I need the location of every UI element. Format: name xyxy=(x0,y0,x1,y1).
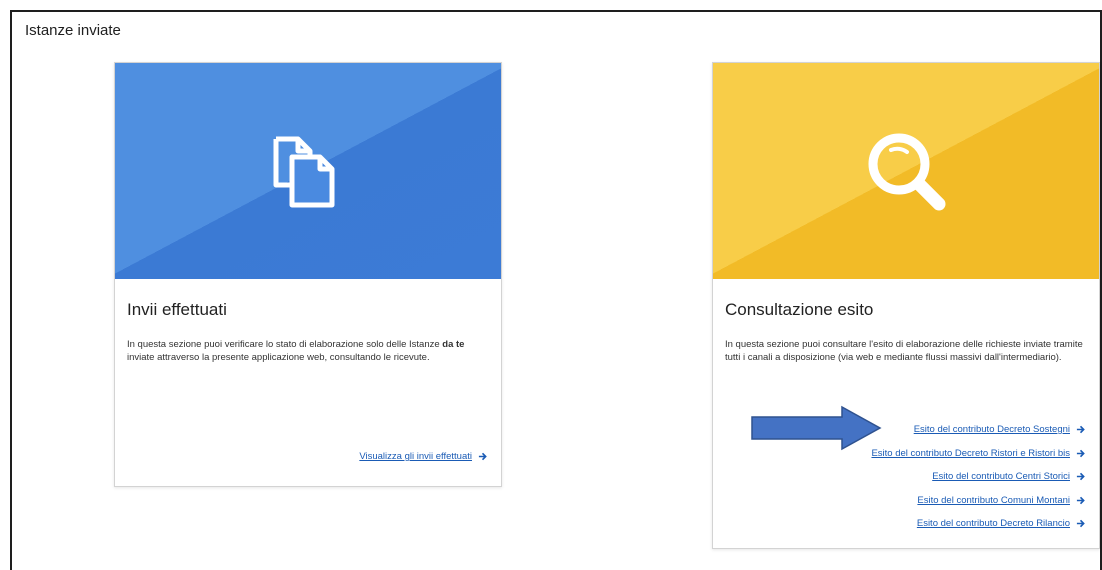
card-title: Consultazione esito xyxy=(725,300,874,319)
card-description: In questa sezione puoi consultare l'esit… xyxy=(725,339,1083,363)
card-description: In questa sezione puoi verificare lo sta… xyxy=(127,339,465,363)
esito-decreto-sostegni-link[interactable]: Esito del contributo Decreto Sostegni xyxy=(914,424,1070,435)
arrow-right-icon[interactable] xyxy=(478,452,487,461)
arrow-right-icon[interactable] xyxy=(1076,425,1085,434)
copy-documents-icon xyxy=(273,136,335,208)
visualizza-invii-link[interactable]: Visualizza gli invii effettuati xyxy=(359,451,472,462)
link-row: Esito del contributo Centri Storici xyxy=(932,471,1085,482)
arrow-right-icon[interactable] xyxy=(1076,449,1085,458)
esito-decreto-rilancio-link[interactable]: Esito del contributo Decreto Rilancio xyxy=(917,518,1070,529)
card-consultazione-esito: Consultazione esito In questa sezione pu… xyxy=(712,62,1100,549)
link-row: Esito del contributo Decreto Ristori e R… xyxy=(871,448,1085,459)
card-invii-effettuati: Invii effettuati In questa sezione puoi … xyxy=(114,62,502,487)
section-title: Istanze inviate xyxy=(25,22,121,39)
annotation-arrow-icon xyxy=(751,405,882,451)
card-image-yellow xyxy=(713,63,1099,279)
magnifier-icon xyxy=(868,133,946,211)
link-row: Esito del contributo Decreto Sostegni xyxy=(914,424,1085,435)
esito-decreto-ristori-link[interactable]: Esito del contributo Decreto Ristori e R… xyxy=(871,448,1070,459)
link-row: Esito del contributo Decreto Rilancio xyxy=(917,518,1085,529)
arrow-right-icon[interactable] xyxy=(1076,472,1085,481)
card-image-blue xyxy=(115,63,501,279)
link-row: Esito del contributo Comuni Montani xyxy=(917,495,1085,506)
esito-comuni-montani-link[interactable]: Esito del contributo Comuni Montani xyxy=(917,495,1070,506)
esito-centri-storici-link[interactable]: Esito del contributo Centri Storici xyxy=(932,471,1070,482)
card-title: Invii effettuati xyxy=(127,300,227,319)
arrow-right-icon[interactable] xyxy=(1076,496,1085,505)
link-row: Visualizza gli invii effettuati xyxy=(359,451,487,462)
arrow-right-icon[interactable] xyxy=(1076,519,1085,528)
